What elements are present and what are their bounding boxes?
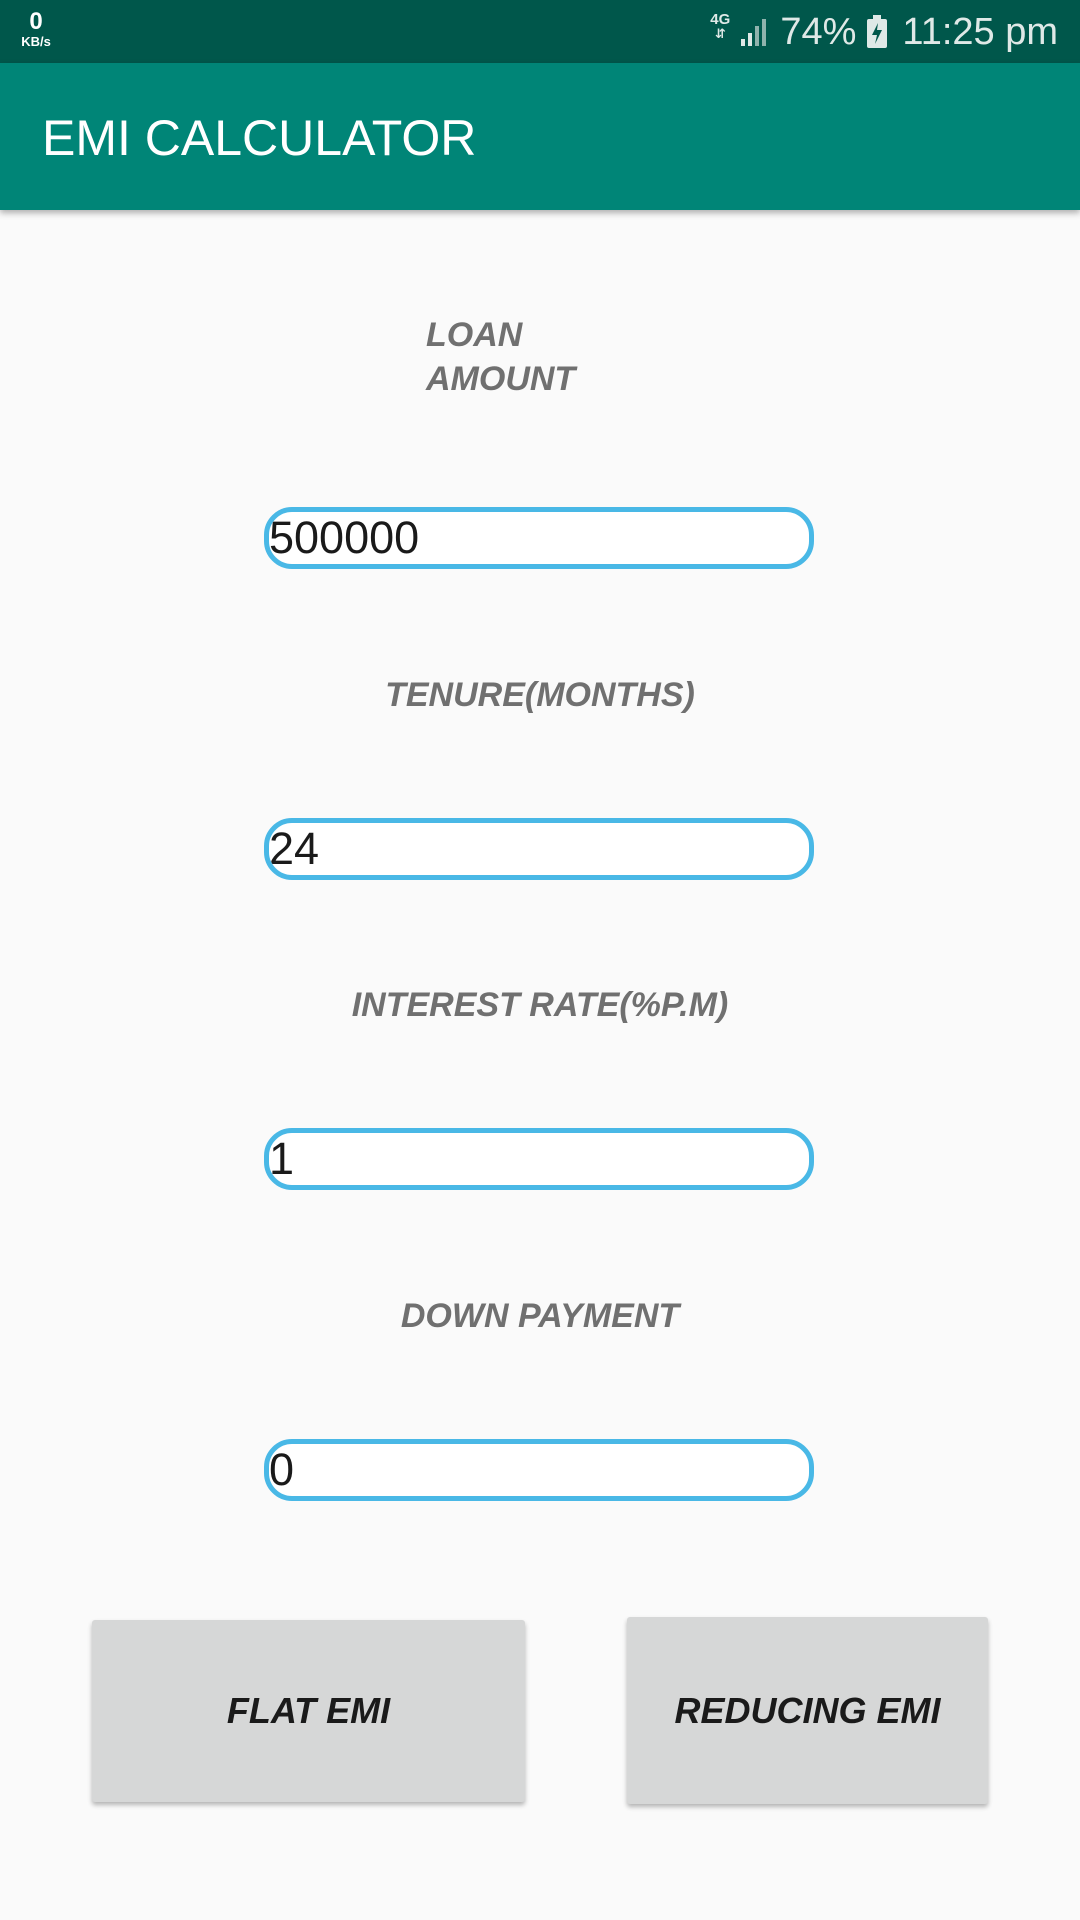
clock-time: 11:25 pm	[902, 10, 1058, 53]
data-arrows-icon: ⇵	[714, 25, 726, 41]
loan-amount-field-container	[264, 507, 814, 569]
interest-rate-input[interactable]	[269, 1133, 809, 1185]
interest-rate-field-container	[264, 1128, 814, 1190]
network-speed-indicator: 0 KB/s	[14, 8, 58, 49]
network-type-indicator: 4G ⇵	[710, 12, 730, 41]
battery-percentage: 74%	[780, 10, 857, 53]
app-bar: EMI CALCULATOR	[0, 63, 1080, 210]
loan-amount-input[interactable]	[269, 512, 809, 564]
network-speed-unit: KB/s	[21, 34, 51, 49]
status-bar: 0 KB/s 4G ⇵ 74% 11:25 pm	[0, 0, 1080, 63]
app-title: EMI CALCULATOR	[42, 110, 477, 166]
flat-emi-button[interactable]: FLAT EMI	[92, 1620, 525, 1802]
interest-rate-label: INTEREST RATE(%P.M)	[351, 986, 729, 1024]
status-icons: 4G ⇵ 74% 11:25 pm	[710, 0, 1058, 63]
emi-calculator-screen: 0 KB/s 4G ⇵ 74% 11:25 pm EMI CALCULATOR …	[0, 0, 1080, 1920]
down-payment-field-container	[264, 1439, 814, 1501]
tenure-label: TENURE(MONTHS)	[385, 676, 695, 714]
tenure-input[interactable]	[269, 823, 809, 875]
signal-bars-icon	[741, 18, 767, 46]
down-payment-input[interactable]	[269, 1444, 809, 1496]
tenure-field-container	[264, 818, 814, 880]
reducing-emi-button[interactable]: REDUCING EMI	[627, 1617, 988, 1804]
battery-charging-icon	[867, 14, 888, 48]
down-payment-label: DOWN PAYMENT	[400, 1297, 680, 1335]
loan-amount-label: LOAN AMOUNT	[426, 316, 576, 398]
network-speed-value: 0	[29, 8, 43, 35]
